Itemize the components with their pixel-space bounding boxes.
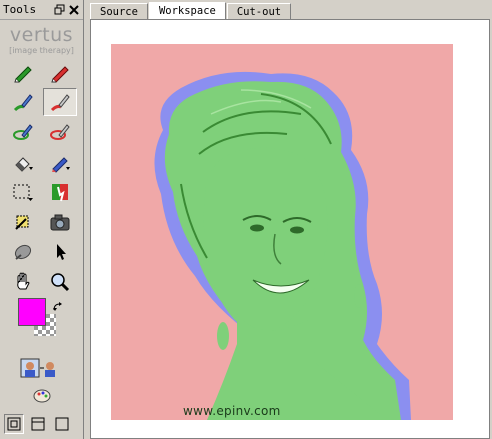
- dock-icon[interactable]: [53, 4, 65, 16]
- tool-grid: [6, 58, 80, 298]
- view-single-button[interactable]: [4, 414, 24, 434]
- close-icon[interactable]: [68, 4, 80, 16]
- magic-wand-icon: [15, 215, 29, 230]
- foreground-color-swatch[interactable]: [18, 298, 46, 326]
- split-view-icon: [31, 417, 45, 431]
- keep-lasso-tool[interactable]: [6, 118, 40, 146]
- brand-logo: vertus [image therapy]: [0, 26, 83, 55]
- pointer-tool[interactable]: [43, 238, 77, 266]
- view-mode-row: [4, 414, 72, 434]
- smudge-tool[interactable]: [6, 238, 40, 266]
- green-marker-icon: [14, 66, 32, 83]
- color-pen-tool[interactable]: [43, 148, 77, 176]
- dashed-rectangle-icon: [13, 184, 33, 201]
- eraser-icon: [15, 157, 33, 172]
- workspace-canvas[interactable]: www.epinv.com: [111, 44, 453, 420]
- tools-panel-header: Tools: [0, 0, 83, 20]
- remove-brush-tool[interactable]: [43, 88, 77, 116]
- tab-source[interactable]: Source: [90, 3, 148, 20]
- tab-cut-out[interactable]: Cut-out: [226, 3, 292, 20]
- view-split-button[interactable]: [28, 414, 48, 434]
- hand-icon: [17, 272, 30, 290]
- workspace-canvas-frame: www.epinv.com: [90, 19, 490, 439]
- pen-icon: [52, 157, 70, 173]
- arrow-pointer-icon: [57, 244, 66, 260]
- tools-panel: Tools vertus [image therapy]: [0, 0, 84, 439]
- tab-strip: Source Workspace Cut-out: [90, 0, 292, 21]
- single-view-icon: [7, 417, 21, 431]
- tools-panel-title: Tools: [3, 3, 37, 16]
- camera-tool[interactable]: [43, 208, 77, 236]
- camera-icon: [50, 214, 70, 231]
- remove-marker-tool[interactable]: [43, 58, 77, 86]
- keep-marker-tool[interactable]: [6, 58, 40, 86]
- smudge-icon: [14, 244, 32, 260]
- color-well: [14, 298, 70, 342]
- magnifier-icon: [51, 273, 70, 292]
- red-brush-icon: [50, 94, 70, 112]
- palette-button[interactable]: [30, 385, 54, 407]
- full-view-icon: [55, 417, 69, 431]
- brand-name: vertus: [9, 24, 74, 46]
- hand-pan-tool[interactable]: [6, 268, 40, 296]
- people-icon: [20, 358, 55, 378]
- canvas-watermark: www.epinv.com: [183, 404, 281, 418]
- magic-wand-tool[interactable]: [6, 208, 40, 236]
- eraser-tool[interactable]: [6, 148, 40, 176]
- rectangle-select-tool[interactable]: [6, 178, 40, 206]
- green-lasso-icon: [13, 124, 33, 140]
- remove-lasso-tool[interactable]: [43, 118, 77, 146]
- red-marker-icon: [51, 66, 69, 83]
- hand-paint-tool[interactable]: [43, 178, 77, 206]
- masked-portrait-image: [154, 71, 411, 420]
- palette-icon: [33, 389, 51, 403]
- swap-colors-icon[interactable]: [52, 298, 64, 317]
- compare-people-button[interactable]: [18, 356, 62, 380]
- hand-paint-icon: [52, 184, 68, 202]
- red-lasso-icon: [50, 124, 70, 140]
- green-brush-icon: [13, 94, 33, 112]
- zoom-tool[interactable]: [43, 268, 77, 296]
- brand-tagline: [image therapy]: [9, 46, 74, 55]
- view-full-button[interactable]: [52, 414, 72, 434]
- keep-brush-tool[interactable]: [6, 88, 40, 116]
